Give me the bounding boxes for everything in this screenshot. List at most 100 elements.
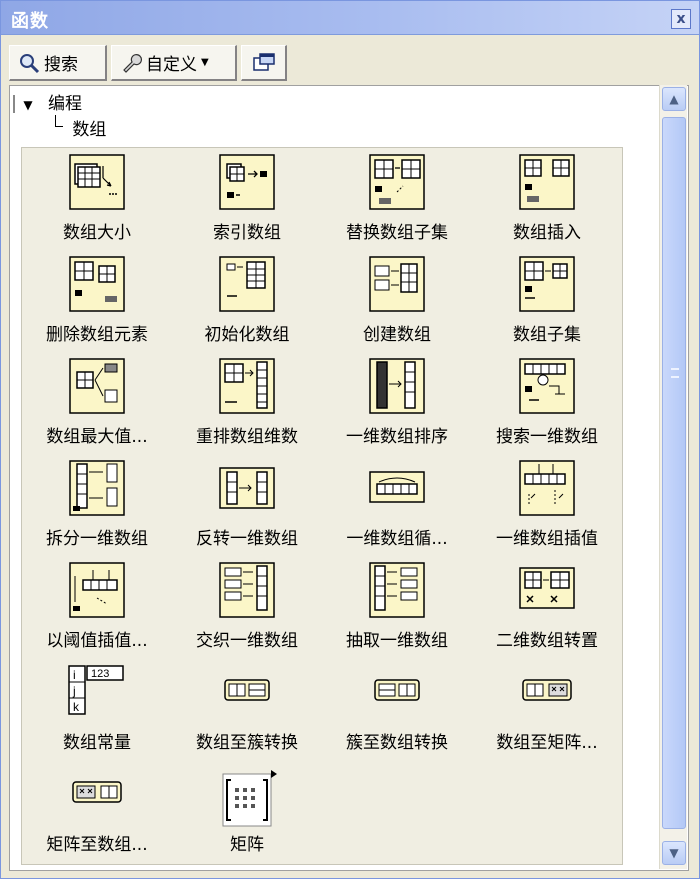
matrix-icon <box>222 770 277 827</box>
palette-item-rotate-1d-array[interactable]: 一维数组循... <box>322 454 472 554</box>
tree-root-row[interactable]: ▼ 编程 <box>13 89 82 114</box>
palette-item-cluster-to-array[interactable]: 簇至数组转换 <box>322 658 472 758</box>
array-constant-index-i: i <box>73 668 76 682</box>
palette-item-decimate-1d-array[interactable]: 抽取一维数组 <box>322 556 472 656</box>
decimate-1d-array-icon <box>369 562 425 618</box>
palette-item-label: 数组插入 <box>513 223 581 243</box>
palette-item-threshold-1d-array[interactable]: 以阈值插值... <box>22 556 172 656</box>
cluster-to-array-icon <box>374 679 420 701</box>
palette-item-label: 一维数组排序 <box>346 427 448 447</box>
tree-child-row[interactable]: 数组 <box>55 115 106 140</box>
palette-item-label: 初始化数组 <box>204 325 290 345</box>
initialize-array-icon <box>219 256 275 312</box>
palette-item-array-subset[interactable]: 数组子集 <box>472 250 622 350</box>
wrench-icon <box>123 53 142 73</box>
palette-item-search-1d-array[interactable]: 搜索一维数组 <box>472 352 622 452</box>
palette-item-label: 一维数组循... <box>346 529 448 549</box>
view-options-button[interactable] <box>241 45 287 81</box>
search-1d-array-icon <box>519 358 575 414</box>
palette-item-array-size[interactable]: 数组大小 <box>22 148 172 248</box>
insert-into-array-icon <box>519 154 575 210</box>
palette-item-label: 交织一维数组 <box>196 631 298 651</box>
array-constant-index-j: j <box>72 684 76 698</box>
category-tree: ▼ 编程 数组 <box>11 87 651 143</box>
palette-item-matrix-to-array[interactable]: 矩阵至数组... <box>22 760 172 860</box>
palette-icon-grid: 数组大小 索引数组 替换数组子集 数组插入 删除数组元素 初始化数组 创建数组 … <box>21 147 623 865</box>
palette-item-array-to-cluster[interactable]: 数组至簇转换 <box>172 658 322 758</box>
chevron-up-icon: ▲ <box>669 92 679 106</box>
palette-item-label: 一维数组插值 <box>496 529 598 549</box>
customize-button-label: 自定义 <box>146 55 197 75</box>
palette-item-interpolate-1d-array[interactable]: 一维数组插值 <box>472 454 622 554</box>
palette-item-label: 替换数组子集 <box>346 223 448 243</box>
palette-item-transpose-2d-array[interactable]: 二维数组转置 <box>472 556 622 656</box>
search-button[interactable]: 搜索 <box>9 45 107 81</box>
palette-item-matrix[interactable]: 矩阵 <box>172 760 322 860</box>
palette-toolbar: 搜索 自定义 ▼ <box>9 45 309 83</box>
functions-palette-window: 函数 x 搜索 自定义 ▼ ▼ 编程 数组 数组大小 索引数组 替换数组子集 数… <box>0 0 700 879</box>
reshape-array-icon <box>219 358 275 414</box>
scroll-grip-icon <box>671 368 679 378</box>
palette-item-label: 反转一维数组 <box>196 529 298 549</box>
palette-item-index-array[interactable]: 索引数组 <box>172 148 322 248</box>
palette-item-label: 抽取一维数组 <box>346 631 448 651</box>
tree-expand-icon[interactable]: ▼ <box>23 98 32 112</box>
palette-item-label: 数组至矩阵... <box>496 733 598 753</box>
palette-item-label: 矩阵 <box>230 835 264 855</box>
tree-branch-icon <box>55 115 63 127</box>
palette-item-label: 重排数组维数 <box>196 427 298 447</box>
reverse-1d-array-icon <box>219 467 275 509</box>
rotate-1d-array-icon <box>369 471 425 503</box>
palette-item-array-max-min[interactable]: 数组最大值... <box>22 352 172 452</box>
chevron-down-icon: ▼ <box>201 57 209 68</box>
palette-item-label: 数组子集 <box>513 325 581 345</box>
scroll-down-button[interactable]: ▼ <box>662 841 686 865</box>
chevron-down-icon: ▼ <box>669 846 679 860</box>
interleave-1d-arrays-icon <box>219 562 275 618</box>
index-array-icon <box>219 154 275 210</box>
threshold-1d-array-icon <box>69 562 125 618</box>
array-subset-icon <box>519 256 575 312</box>
palette-item-label: 数组至簇转换 <box>196 733 298 753</box>
tree-root-label: 编程 <box>48 94 83 114</box>
tree-child-label: 数组 <box>72 120 107 140</box>
palette-item-label: 搜索一维数组 <box>496 427 598 447</box>
palette-item-label: 簇至数组转换 <box>346 733 448 753</box>
sort-1d-array-icon <box>369 358 425 414</box>
palette-item-split-1d-array[interactable]: 拆分一维数组 <box>22 454 172 554</box>
palette-item-reshape-array[interactable]: 重排数组维数 <box>172 352 322 452</box>
palette-item-reverse-1d-array[interactable]: 反转一维数组 <box>172 454 322 554</box>
scroll-up-button[interactable]: ▲ <box>662 87 686 111</box>
title-bar[interactable]: 函数 x <box>1 1 699 35</box>
palette-item-build-array[interactable]: 创建数组 <box>322 250 472 350</box>
palette-item-delete-from-array[interactable]: 删除数组元素 <box>22 250 172 350</box>
split-1d-array-icon <box>69 460 125 516</box>
palette-item-insert-into-array[interactable]: 数组插入 <box>472 148 622 248</box>
palette-item-label: 以阈值插值... <box>46 631 148 651</box>
scroll-thumb[interactable] <box>662 117 686 829</box>
palette-item-label: 数组最大值... <box>46 427 148 447</box>
build-array-icon <box>369 256 425 312</box>
palette-item-array-constant[interactable]: i j k 123 数组常量 <box>22 658 172 758</box>
palette-item-array-to-matrix[interactable]: 数组至矩阵... <box>472 658 622 758</box>
palette-item-label: 拆分一维数组 <box>46 529 148 549</box>
palette-item-initialize-array[interactable]: 初始化数组 <box>172 250 322 350</box>
palette-item-label: 删除数组元素 <box>46 325 148 345</box>
palette-item-interleave-1d-arrays[interactable]: 交织一维数组 <box>172 556 322 656</box>
array-constant-value: 123 <box>91 668 109 680</box>
customize-button[interactable]: 自定义 ▼ <box>111 45 237 81</box>
array-size-icon <box>69 154 125 210</box>
palette-item-label: 索引数组 <box>213 223 281 243</box>
window-title: 函数 <box>11 11 49 32</box>
close-button[interactable]: x <box>671 9 691 29</box>
palette-item-replace-array-subset[interactable]: 替换数组子集 <box>322 148 472 248</box>
vertical-scrollbar[interactable]: ▲ ▼ <box>659 85 687 869</box>
array-to-cluster-icon <box>224 679 270 701</box>
array-constant-index-k: k <box>73 700 80 714</box>
search-button-label: 搜索 <box>44 55 78 75</box>
palette-item-sort-1d-array[interactable]: 一维数组排序 <box>322 352 472 452</box>
search-icon <box>20 53 40 73</box>
transpose-2d-array-icon <box>519 567 575 609</box>
palette-item-label: 矩阵至数组... <box>46 835 148 855</box>
array-constant-icon: i j k 123 <box>68 665 124 715</box>
